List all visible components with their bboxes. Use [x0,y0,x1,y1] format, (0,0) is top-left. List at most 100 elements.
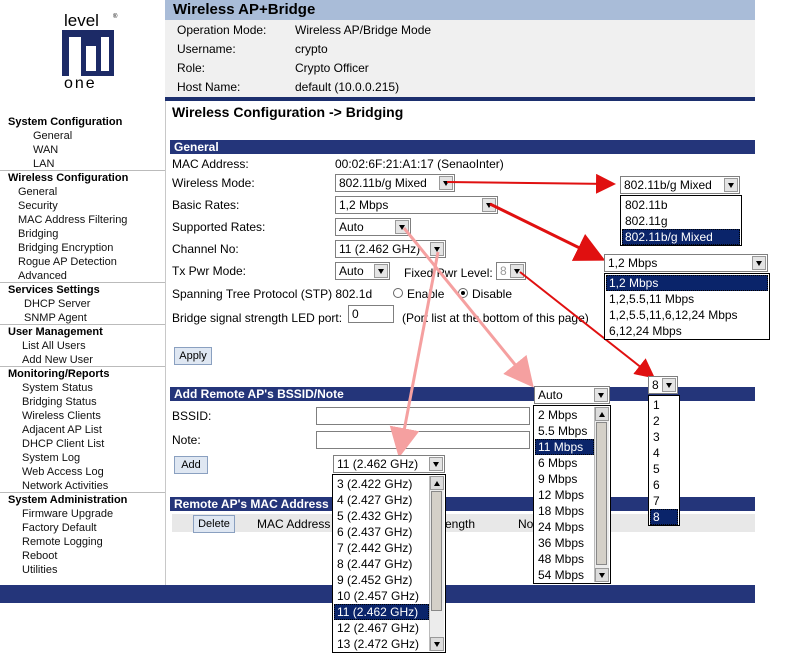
sidebar-item[interactable]: Security [18,200,58,212]
wireless-mode-select[interactable]: 802.11b/g Mixed [335,174,455,192]
option-item[interactable]: 8 [650,509,678,525]
stp-disable-radio[interactable] [458,288,468,298]
option-item[interactable]: 36 Mbps [535,535,594,551]
option-item[interactable]: 6 Mbps [535,455,594,471]
sidebar-item[interactable]: Wireless Clients [22,410,101,422]
basic-popup-select[interactable]: 1,2 Mbps [604,254,768,272]
bssid-input[interactable] [316,407,530,425]
tx-pwr-mode-select[interactable]: Auto [335,262,390,280]
scroll-up-icon[interactable] [595,407,609,421]
option-item[interactable]: 7 (2.442 GHz) [334,540,429,556]
sidebar-item[interactable]: Remote Logging [22,536,103,548]
sidebar-item[interactable]: General [33,130,72,142]
mode-popup-select[interactable]: 802.11b/g Mixed [620,176,740,194]
chevron-down-icon[interactable] [752,256,766,270]
option-item[interactable]: 5 (2.432 GHz) [334,508,429,524]
option-item[interactable]: 6 (2.437 GHz) [334,524,429,540]
option-item[interactable]: 12 Mbps [535,487,594,503]
option-item[interactable]: 54 Mbps [535,567,594,583]
sidebar-item[interactable]: Bridging [18,228,58,240]
sidebar-item[interactable]: General [18,186,57,198]
chevron-down-icon[interactable] [374,264,388,278]
option-item[interactable]: 7 [650,493,678,509]
sidebar-item[interactable]: List All Users [22,340,86,352]
scroll-thumb[interactable] [431,491,442,611]
option-item[interactable]: 3 [650,429,678,445]
chevron-down-icon[interactable] [594,388,608,402]
chevron-down-icon[interactable] [662,378,676,392]
option-item[interactable]: 24 Mbps [535,519,594,535]
sidebar-item[interactable]: WAN [33,144,58,156]
sidebar-item[interactable]: DHCP Client List [22,438,104,450]
basic-options-list[interactable]: 6,12,24 Mbps 1,2,5.5,11,6,12,24 Mbps 1,2,5… [604,273,770,340]
sidebar-item[interactable]: SNMP Agent [24,312,87,324]
channel-options-list[interactable]: 13 (2.472 GHz) 12 (2.467 GHz) 11 (2.462 GH… [332,474,446,653]
chevron-down-icon[interactable] [429,457,443,471]
option-item[interactable]: 1,2,5.5,11,6,12,24 Mbps [606,307,768,323]
sidebar-item[interactable]: LAN [33,158,54,170]
chevron-down-icon[interactable] [395,220,409,234]
sidebar-item[interactable]: MAC Address Filtering [18,214,127,226]
sidebar-item[interactable]: Rogue AP Detection [18,256,117,268]
scroll-up-icon[interactable] [430,476,444,490]
option-item[interactable]: 11 Mbps [535,439,594,455]
option-item[interactable]: 2 Mbps [535,407,594,423]
sidebar-item[interactable]: Advanced [18,270,67,282]
sidebar-item[interactable]: Bridging Encryption [18,242,113,254]
option-item[interactable]: 1,2 Mbps [606,275,768,291]
supported-rates-select[interactable]: Auto [335,218,411,236]
channel-popup-select[interactable]: 11 (2.462 GHz) [333,455,445,473]
supported-popup-select[interactable]: Auto [534,386,610,404]
option-item[interactable]: 13 (2.472 GHz) [334,636,429,652]
fixed-popup-select[interactable]: 8 [648,376,678,394]
scroll-down-icon[interactable] [430,637,444,651]
add-button[interactable]: Add [174,456,208,474]
channel-select[interactable]: 11 (2.462 GHz) [335,240,446,258]
basic-rates-select[interactable]: 1,2 Mbps [335,196,498,214]
option-item[interactable]: 9 (2.452 GHz) [334,572,429,588]
scroll-down-icon[interactable] [595,568,609,582]
sidebar-item[interactable]: System Status [22,382,93,394]
option-item[interactable]: 4 [650,445,678,461]
option-item[interactable]: 1 [650,397,678,413]
option-item[interactable]: 48 Mbps [535,551,594,567]
sidebar-item[interactable]: Add New User [22,354,93,366]
sidebar-item[interactable]: Reboot [22,550,57,562]
chevron-down-icon[interactable] [439,176,453,190]
delete-button[interactable]: Delete [193,515,235,533]
option-item[interactable]: 8 (2.447 GHz) [334,556,429,572]
supported-options-list[interactable]: 54 Mbps 48 Mbps 36 Mbps 24 Mbps 18 Mbps 12 Mb… [533,405,611,584]
scrollbar[interactable] [429,476,444,651]
option-item[interactable]: 3 (2.422 GHz) [334,476,429,492]
option-item[interactable]: 5 [650,461,678,477]
sidebar-item[interactable]: Web Access Log [22,466,104,478]
option-item[interactable]: 2 [650,413,678,429]
sidebar-item[interactable]: Network Activities [22,480,108,492]
sidebar-item[interactable]: System Log [22,452,80,464]
option-item[interactable]: 802.11b/g Mixed [622,229,740,245]
note-input[interactable] [316,431,530,449]
sidebar-item[interactable]: Bridging Status [22,396,97,408]
option-item[interactable]: 1,2,5.5,11 Mbps [606,291,768,307]
chevron-down-icon[interactable] [510,264,524,278]
sidebar-item[interactable]: Firmware Upgrade [22,508,113,520]
stp-enable-radio[interactable] [393,288,403,298]
option-item[interactable]: 5.5 Mbps [535,423,594,439]
sidebar-item[interactable]: Utilities [22,564,57,576]
option-item[interactable]: 6,12,24 Mbps [606,323,768,339]
fixed-pwr-level-select[interactable]: 8 [496,262,526,280]
chevron-down-icon[interactable] [430,242,444,256]
option-item[interactable]: 10 (2.457 GHz) [334,588,429,604]
chevron-down-icon[interactable] [724,178,738,192]
scrollbar[interactable] [594,407,609,582]
option-item[interactable]: 11 (2.462 GHz) [334,604,429,620]
option-item[interactable]: 18 Mbps [535,503,594,519]
option-item[interactable]: 4 (2.427 GHz) [334,492,429,508]
option-item[interactable]: 802.11b [622,197,740,213]
sidebar-item[interactable]: DHCP Server [24,298,90,310]
option-item[interactable]: 6 [650,477,678,493]
apply-button[interactable]: Apply [174,347,212,365]
mode-options-list[interactable]: 802.11b/g Mixed 802.11g 802.11b [620,195,742,246]
option-item[interactable]: 12 (2.467 GHz) [334,620,429,636]
led-port-input[interactable]: 0 [348,305,394,323]
